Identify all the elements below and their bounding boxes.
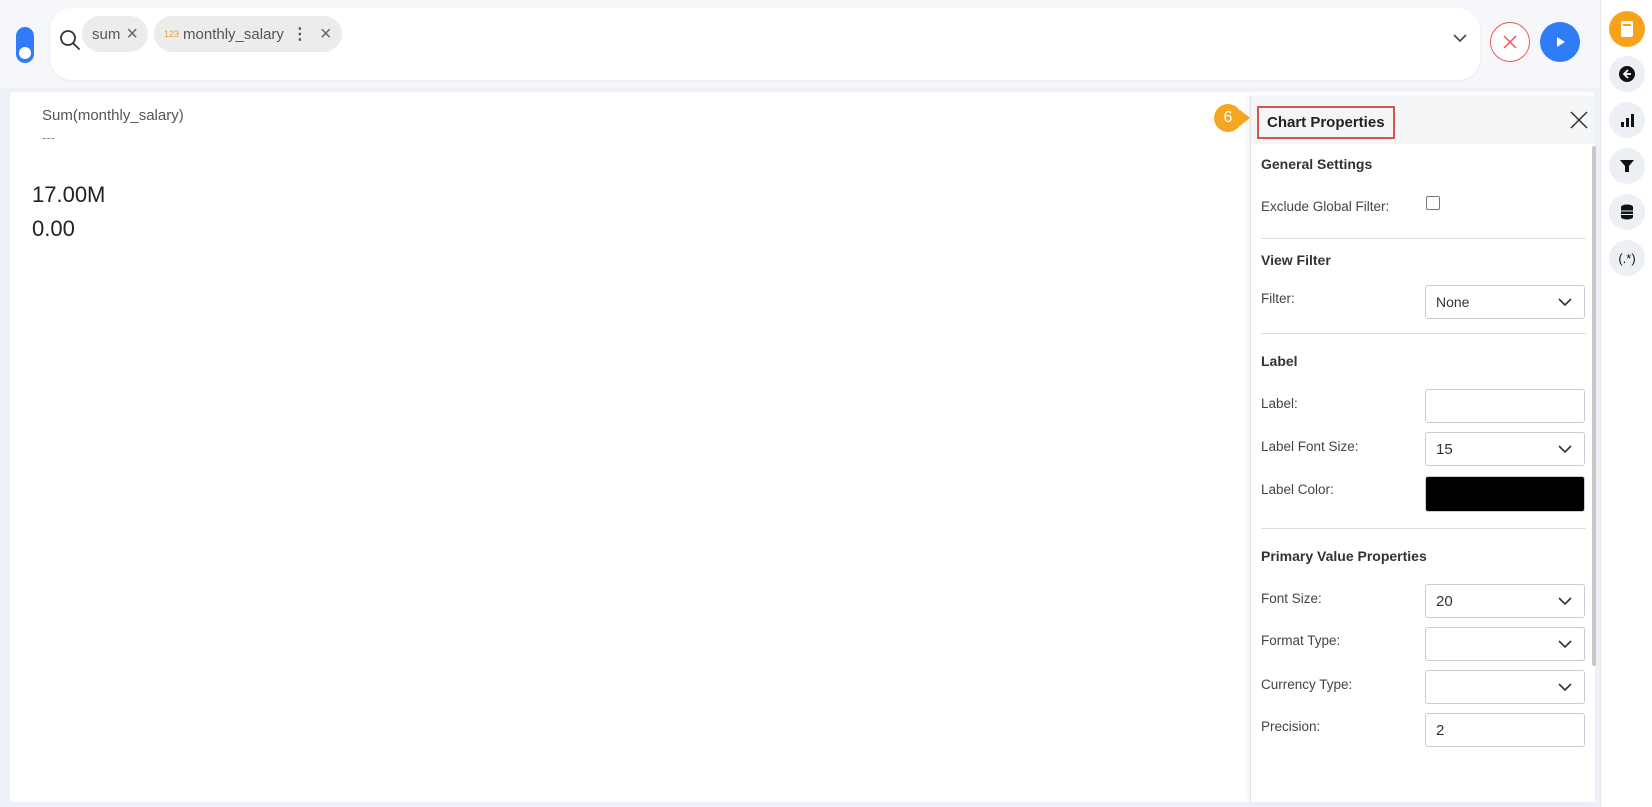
chip-sum[interactable]: sum × (82, 16, 149, 52)
chip-menu-icon[interactable]: ⋮ (292, 24, 308, 44)
divider (1261, 528, 1586, 529)
currency-type-select[interactable] (1425, 670, 1585, 704)
chevron-down-icon[interactable] (1450, 28, 1470, 48)
exclude-global-filter-label: Exclude Global Filter: (1261, 199, 1390, 214)
clear-query-button[interactable] (1490, 22, 1530, 62)
back-arrow-icon (1619, 66, 1635, 82)
label-font-size-select[interactable]: 15 (1425, 432, 1585, 466)
chevron-down-icon (1558, 298, 1572, 307)
chip-label: monthly_salary (183, 25, 284, 43)
font-size-label: Font Size: (1261, 591, 1322, 606)
run-query-button[interactable] (1540, 22, 1580, 62)
precision-input[interactable]: 2 (1425, 713, 1585, 747)
precision-label: Precision: (1261, 719, 1321, 734)
filter-label: Filter: (1261, 291, 1295, 306)
close-icon[interactable] (1569, 110, 1589, 130)
filter-value: None (1436, 294, 1470, 310)
view-filter-heading: View Filter (1261, 252, 1331, 268)
search-box[interactable]: sum × 123 monthly_salary ⋮ × (50, 8, 1480, 80)
panel-scrollbar[interactable] (1592, 146, 1596, 666)
font-size-select[interactable]: 20 (1425, 584, 1585, 618)
metric-title: Sum(monthly_salary) (42, 107, 184, 124)
numeric-type-icon: 123 (164, 29, 180, 39)
right-toolbar: (.*) (1600, 0, 1652, 807)
format-type-label: Format Type: (1261, 633, 1341, 648)
metric-value-max: 17.00M (32, 182, 106, 207)
data-source-button[interactable] (1609, 194, 1645, 230)
filter-icon (1620, 160, 1634, 172)
chevron-down-icon (1558, 445, 1572, 454)
regex-button[interactable]: (.*) (1609, 240, 1645, 276)
metric-subtitle: --- (42, 130, 55, 145)
mode-toggle[interactable] (16, 27, 34, 63)
bar-chart-icon (1621, 114, 1634, 127)
filter-select[interactable]: None (1425, 285, 1585, 319)
label-heading: Label (1261, 353, 1298, 369)
remove-chip-icon[interactable]: × (126, 24, 138, 44)
close-icon (1503, 35, 1517, 49)
label-color-swatch[interactable] (1425, 476, 1585, 512)
chevron-down-icon (1558, 640, 1572, 649)
label-font-size-label: Label Font Size: (1261, 439, 1359, 454)
label-field-label: Label: (1261, 396, 1298, 411)
panel-header: Chart Properties (1251, 96, 1595, 144)
regex-icon: (.*) (1618, 250, 1636, 266)
metric-value-min: 0.00 (32, 216, 75, 241)
currency-type-label: Currency Type: (1261, 677, 1353, 692)
format-type-select[interactable] (1425, 627, 1585, 661)
chart-button[interactable] (1609, 102, 1645, 138)
back-button[interactable] (1609, 56, 1645, 92)
font-size-value: 20 (1436, 593, 1453, 610)
remove-chip-icon[interactable]: × (320, 24, 332, 44)
notebook-button[interactable] (1609, 11, 1645, 47)
precision-value: 2 (1436, 722, 1445, 739)
search-icon (60, 30, 80, 50)
exclude-global-filter-checkbox[interactable] (1426, 196, 1440, 210)
step-pointer (1240, 110, 1250, 126)
step-badge: 6 (1214, 104, 1242, 132)
label-input[interactable] (1425, 389, 1585, 423)
chip-monthly-salary[interactable]: 123 monthly_salary ⋮ × (154, 16, 342, 52)
chip-label: sum (92, 25, 121, 43)
notebook-icon (1621, 21, 1633, 37)
general-settings-heading: General Settings (1261, 156, 1373, 172)
play-icon (1557, 37, 1565, 47)
divider (1261, 238, 1586, 239)
panel-title: Chart Properties (1257, 106, 1395, 139)
label-color-label: Label Color: (1261, 482, 1334, 497)
filter-button[interactable] (1609, 148, 1645, 184)
primary-value-heading: Primary Value Properties (1261, 548, 1427, 564)
label-font-size-value: 15 (1436, 441, 1453, 458)
chart-properties-panel: Chart Properties General Settings Exclud… (1250, 96, 1595, 802)
chevron-down-icon (1558, 683, 1572, 692)
database-icon (1621, 204, 1633, 220)
toggle-knob (19, 47, 31, 59)
query-bar: sum × 123 monthly_salary ⋮ × (0, 0, 1600, 88)
divider (1261, 333, 1586, 334)
chevron-down-icon (1558, 597, 1572, 606)
